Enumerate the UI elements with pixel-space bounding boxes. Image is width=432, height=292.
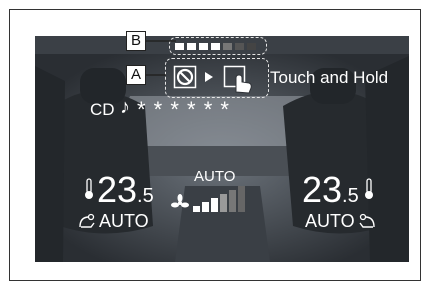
- display-screen: Touch and Hold CD ♪ * * * * * * 23.5 AUT…: [35, 36, 409, 262]
- airflow-icon: [359, 213, 375, 228]
- music-note-icon: ♪: [120, 96, 130, 118]
- right-temp-dec: .5: [342, 185, 359, 207]
- callout-line-b: [146, 40, 176, 42]
- audio-source-label: CD: [90, 100, 115, 119]
- track-title: * * * * * *: [137, 97, 230, 122]
- left-temp-dec: .5: [137, 185, 154, 207]
- airflow-icon: [79, 213, 95, 228]
- thermometer-icon: [85, 178, 93, 199]
- thermometer-icon: [365, 178, 373, 199]
- left-temp-value: 23.5: [97, 169, 154, 211]
- triangle-right-icon: [205, 72, 213, 82]
- fan-level-bars[interactable]: [191, 184, 251, 214]
- callout-label-b: B: [126, 31, 146, 51]
- left-temp-int: 23: [97, 169, 138, 210]
- right-climate-mode[interactable]: AUTO: [305, 211, 355, 232]
- touch-and-hold-label: Touch and Hold: [270, 68, 389, 87]
- hand-touch-icon: [223, 65, 252, 94]
- callout-label-a: A: [126, 65, 146, 85]
- right-temp-value: 23.5: [302, 169, 359, 211]
- right-temp-int: 23: [302, 169, 343, 210]
- fan-icon: [171, 194, 189, 208]
- left-climate-mode[interactable]: AUTO: [99, 211, 149, 232]
- callout-line-a: [146, 74, 166, 76]
- signal-bars-icon: [175, 43, 256, 50]
- fan-mode-label: AUTO: [194, 168, 236, 185]
- prohibited-icon: [173, 65, 197, 89]
